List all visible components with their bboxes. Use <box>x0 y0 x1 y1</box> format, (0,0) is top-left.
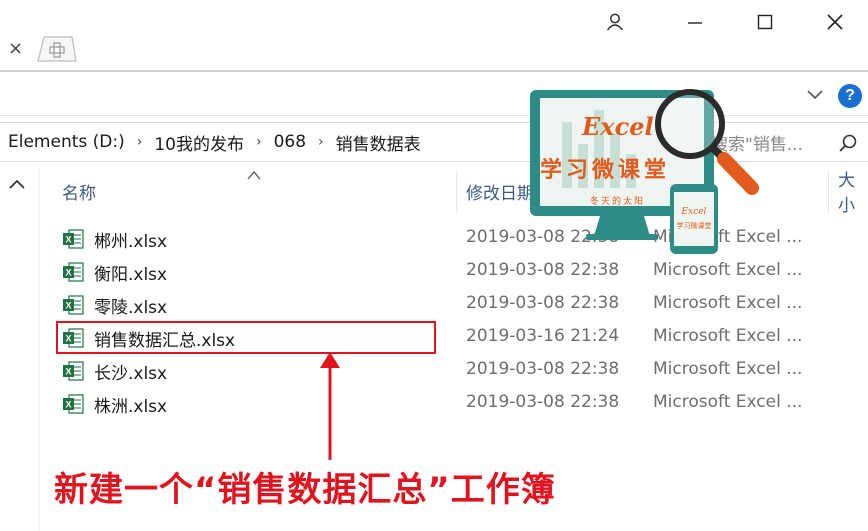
excel-file-icon: X <box>63 295 84 315</box>
breadcrumb-folder-068[interactable]: 068 <box>274 132 306 152</box>
tab-close-button[interactable]: × <box>8 38 23 59</box>
svg-text:X: X <box>65 367 71 377</box>
breadcrumb-folder-sales[interactable]: 销售数据表 <box>336 130 421 155</box>
file-type: Microsoft Excel ... <box>653 392 803 412</box>
file-type: Microsoft Excel ... <box>653 359 803 379</box>
file-date: 2019-03-08 22:38 <box>466 260 620 280</box>
file-name: 郴州.xlsx <box>94 232 168 252</box>
column-divider[interactable] <box>828 172 829 212</box>
logo-subtitle: 学习微课堂 <box>540 157 671 183</box>
breadcrumb-folder-publish[interactable]: 10我的发布 <box>154 130 244 155</box>
file-type: Microsoft Excel ... <box>653 326 803 346</box>
annotation-arrow-icon <box>320 352 340 460</box>
column-header-size[interactable]: 大小 <box>838 168 868 216</box>
highlight-box <box>56 321 436 354</box>
logo-phone-title: Excel <box>681 207 707 217</box>
file-type: Microsoft Excel ... <box>653 293 803 313</box>
close-icon <box>827 14 843 30</box>
file-type: Microsoft Excel ... <box>653 260 803 280</box>
logo-title: Excel <box>582 112 654 141</box>
file-name: 株洲.xlsx <box>94 397 168 417</box>
column-header-name-label: 名称 <box>62 183 96 204</box>
column-header-name[interactable]: 名称 <box>62 168 96 214</box>
file-row[interactable]: X 零陵.xlsx 2019-03-08 22:38 Microsoft Exc… <box>48 288 868 321</box>
column-header-date[interactable]: 修改日期 <box>466 168 534 214</box>
file-name: 长沙.xlsx <box>94 364 168 384</box>
file-date: 2019-03-08 22:38 <box>466 293 620 313</box>
expand-ribbon-chevron-icon[interactable] <box>806 88 824 102</box>
file-row[interactable]: X 株洲.xlsx 2019-03-08 22:38 Microsoft Exc… <box>48 387 868 420</box>
file-date: 2019-03-08 22:38 <box>466 392 620 412</box>
title-bar: × <box>0 0 868 72</box>
breadcrumb-separator-icon[interactable]: › <box>256 134 262 150</box>
maximize-icon <box>757 14 773 30</box>
file-row[interactable]: X 衡阳.xlsx 2019-03-08 22:38 Microsoft Exc… <box>48 255 868 288</box>
file-name: 衡阳.xlsx <box>94 265 168 285</box>
minimize-icon <box>688 22 702 24</box>
file-date: 2019-03-08 22:38 <box>466 359 620 379</box>
breadcrumb-separator-icon[interactable]: › <box>318 134 324 150</box>
search-icon[interactable] <box>838 133 858 153</box>
svg-text:X: X <box>65 400 71 410</box>
breadcrumb-drive[interactable]: Elements (D:) <box>8 132 125 152</box>
svg-text:X: X <box>65 235 71 245</box>
help-button[interactable]: ? <box>838 84 862 108</box>
column-divider[interactable] <box>456 172 457 212</box>
minimize-button[interactable] <box>672 6 718 38</box>
scroll-up-chevron-icon[interactable] <box>8 178 26 190</box>
excel-file-icon: X <box>63 262 84 282</box>
file-row[interactable]: X 长沙.xlsx 2019-03-08 22:38 Microsoft Exc… <box>48 354 868 387</box>
excel-file-icon: X <box>63 394 84 414</box>
column-header-size-label: 大小 <box>838 171 855 216</box>
new-tab-button[interactable] <box>34 34 78 62</box>
svg-text:X: X <box>65 301 71 311</box>
user-icon <box>606 13 624 31</box>
excel-file-icon: X <box>63 229 84 249</box>
file-name: 零陵.xlsx <box>94 298 168 318</box>
user-account-button[interactable] <box>592 6 638 38</box>
logo-signature: 冬天的太阳 <box>590 197 646 207</box>
close-window-button[interactable] <box>812 6 858 38</box>
file-date: 2019-03-16 21:24 <box>466 326 620 346</box>
maximize-button[interactable] <box>742 6 788 38</box>
excel-file-icon: X <box>63 361 84 381</box>
navigation-pane-scrollbar[interactable] <box>0 168 40 531</box>
sort-ascending-icon <box>247 170 261 180</box>
column-header-date-label: 修改日期 <box>466 183 534 204</box>
annotation-caption: 新建一个“销售数据汇总”工作簿 <box>54 470 556 510</box>
breadcrumb-separator-icon[interactable]: › <box>137 134 143 150</box>
svg-text:X: X <box>65 268 71 278</box>
logo-phone-subtitle: 学习微课堂 <box>677 221 712 230</box>
